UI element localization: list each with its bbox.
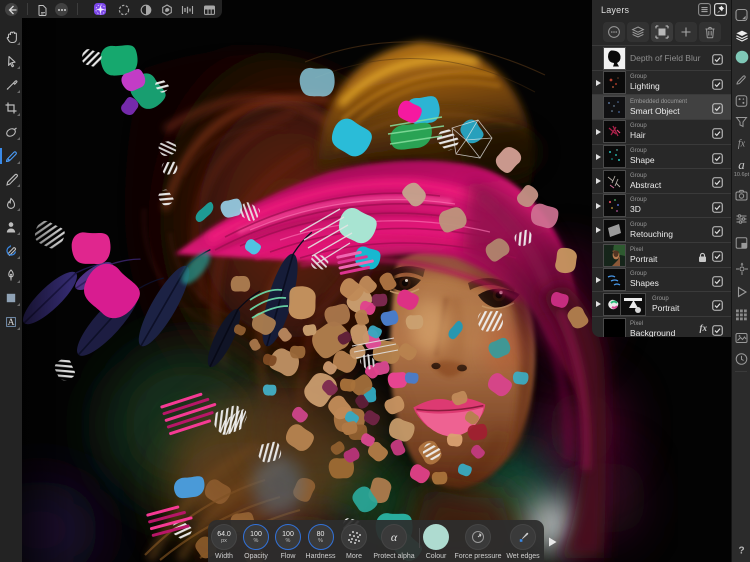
svg-text:A: A bbox=[8, 318, 15, 328]
